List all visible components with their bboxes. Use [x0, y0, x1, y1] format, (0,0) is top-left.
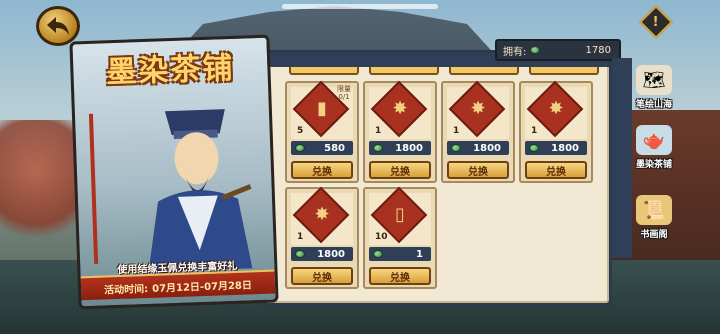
item-grid[interactable]: ▮ 限量 0/1 5 580 兑换 ✸ 1 1800 兑换 ✸ 1 1800 兑…	[285, 67, 615, 305]
jade-pendant-icon	[295, 250, 305, 258]
partial-buy-button[interactable]	[529, 67, 599, 75]
exclamation-icon: !	[653, 14, 659, 30]
event-time-label: 活动时间:	[103, 283, 149, 297]
price-value: 1	[416, 248, 423, 260]
jade-pendant-icon	[373, 250, 383, 258]
scroll-bundle-icon: ▮	[317, 97, 327, 119]
price-value: 1800	[551, 142, 579, 154]
exchange-button[interactable]: 兑换	[525, 161, 587, 179]
item-quantity: 1	[453, 126, 460, 136]
item-quantity: 10	[375, 232, 388, 242]
shop-item-card[interactable]: ✸ 1 1800 兑换	[363, 80, 437, 183]
tab-label: 墨染茶铺	[635, 160, 672, 170]
shop-item-card[interactable]: ▯ 10 1 兑换	[363, 186, 437, 289]
price-value: 1800	[473, 142, 501, 154]
exchange-button[interactable]: 兑换	[369, 267, 431, 285]
item-price: 1800	[369, 141, 431, 155]
partial-buy-button[interactable]	[289, 67, 359, 75]
info-button[interactable]: !	[639, 5, 673, 39]
scroll-pole	[88, 113, 99, 264]
teapot-icon: 🫖	[636, 125, 672, 155]
book-pavilion-icon: 📜	[636, 195, 672, 225]
fireworks-icon: ✸	[392, 97, 408, 119]
shop-item-card[interactable]: ✸ 1 1800 兑换	[519, 80, 593, 183]
event-title: 墨染茶铺	[105, 50, 236, 91]
owned-value: 1780	[585, 44, 611, 56]
back-button[interactable]	[36, 6, 80, 46]
back-arrow-icon	[47, 17, 69, 35]
item-quantity: 1	[297, 232, 304, 242]
tab-label: 书画阁	[640, 230, 668, 240]
jade-pendant-icon	[530, 46, 541, 54]
shop-item-card[interactable]: ▮ 限量 0/1 5 580 兑换	[285, 80, 359, 183]
item-price: 1800	[525, 141, 587, 155]
tab-book-pavilion[interactable]: 📜 书画阁	[624, 184, 684, 240]
owned-currency: 拥有: 1780	[495, 39, 621, 61]
tab-tea-shop[interactable]: 🫖 墨染茶铺	[624, 114, 684, 170]
item-price: 1800	[447, 141, 509, 155]
item-price: 1800	[291, 247, 353, 261]
item-quantity: 5	[297, 126, 304, 136]
bamboo-slip-icon: ▯	[395, 203, 405, 225]
item-quantity: 1	[531, 126, 538, 136]
fireworks-icon: ✸	[314, 203, 330, 225]
price-value: 1800	[317, 248, 345, 260]
shop-item-card[interactable]: ✸ 1 1800 兑换	[285, 186, 359, 289]
fireworks-icon: ✸	[548, 97, 564, 119]
price-value: 1800	[395, 142, 423, 154]
scholar-character-illustration	[148, 109, 253, 272]
exchange-button[interactable]: 兑换	[291, 161, 353, 179]
partial-buy-button[interactable]	[369, 67, 439, 75]
item-quantity: 1	[375, 126, 382, 136]
event-promo-card: 墨染茶铺 使用结缘玉佩兑换丰富好礼 活动时间: 07月12日-07月28日	[69, 34, 279, 310]
jade-pendant-icon	[373, 144, 383, 152]
owned-label: 拥有:	[503, 46, 527, 58]
price-value: 580	[324, 142, 345, 154]
home-indicator	[282, 4, 438, 9]
jade-pendant-icon	[451, 144, 461, 152]
jade-pendant-icon	[295, 144, 305, 152]
shop-item-card[interactable]: ✸ 1 1800 兑换	[441, 80, 515, 183]
map-scroll-icon: 🗺	[636, 65, 672, 95]
jade-pendant-icon	[529, 144, 539, 152]
exchange-panel: 拥有: 1780 ▮ 限量 0/1 5 580 兑换 ✸ 1 1800 兑换 ✸…	[262, 39, 621, 306]
item-price: 580	[291, 141, 353, 155]
exchange-button[interactable]: 兑换	[447, 161, 509, 179]
fireworks-icon: ✸	[470, 97, 486, 119]
item-price: 1	[369, 247, 431, 261]
partial-buy-button[interactable]	[449, 67, 519, 75]
tab-label: 笔绘山海	[635, 100, 672, 110]
limit-label: 限量 0/1	[337, 85, 351, 101]
exchange-button[interactable]: 兑换	[291, 267, 353, 285]
exchange-button[interactable]: 兑换	[369, 161, 431, 179]
previous-row-buttons	[285, 67, 615, 77]
tab-map-scroll[interactable]: 🗺 笔绘山海	[624, 54, 684, 110]
event-time-range: 07月12日-07月28日	[151, 279, 253, 295]
